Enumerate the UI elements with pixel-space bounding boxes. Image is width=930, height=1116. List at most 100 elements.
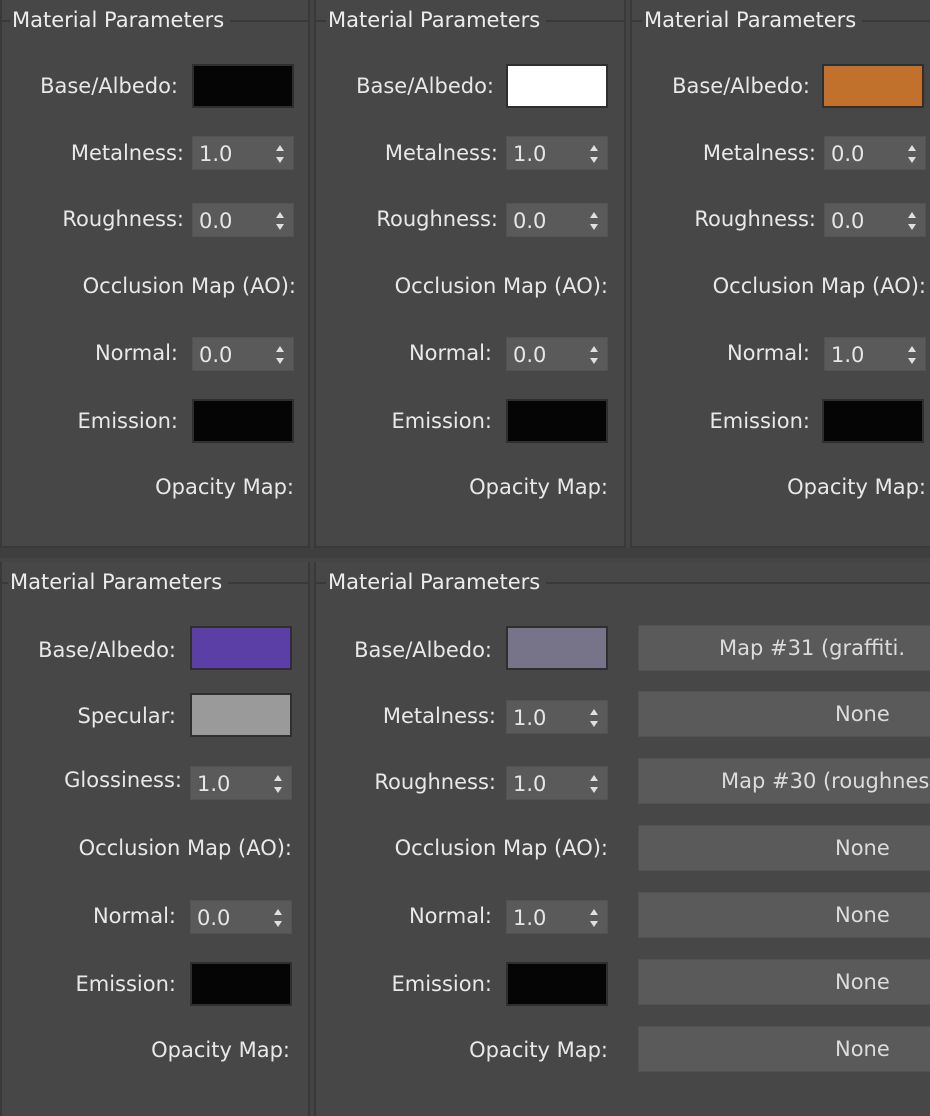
glossiness-spinner[interactable]: 1.0: [190, 766, 292, 800]
roughness-value: 0.0: [513, 209, 547, 233]
panel-title: Material Parameters: [8, 568, 229, 596]
emission-label: Emission:: [75, 972, 176, 996]
normal-value: 0.0: [513, 343, 547, 367]
emission-swatch[interactable]: [192, 399, 294, 443]
section-divider: [0, 548, 930, 558]
opacity-map-button[interactable]: None: [638, 1026, 930, 1072]
spinner-arrows-icon[interactable]: [589, 210, 599, 232]
metalness-value: 0.0: [831, 142, 865, 166]
emission-swatch[interactable]: [190, 962, 292, 1006]
base-albedo-label: Base/Albedo:: [40, 74, 178, 98]
specular-swatch[interactable]: [190, 693, 292, 737]
roughness-map-button[interactable]: Map #30 (roughnes: [638, 758, 930, 804]
material-panel-3: Material Parameters Base/Albedo: Metalne…: [630, 0, 930, 548]
roughness-label: Roughness:: [374, 770, 496, 794]
spinner-arrows-icon[interactable]: [275, 210, 285, 232]
roughness-spinner[interactable]: 0.0: [192, 203, 294, 237]
material-panel-4: Material Parameters Base/Albedo: Specula…: [0, 562, 310, 1116]
roughness-spinner[interactable]: 1.0: [506, 766, 608, 800]
spinner-arrows-icon[interactable]: [589, 907, 599, 929]
emission-swatch[interactable]: [822, 399, 924, 443]
base-albedo-map-button[interactable]: Map #31 (graffiti.: [638, 625, 930, 671]
metalness-map-button[interactable]: None: [638, 691, 930, 737]
occlusion-map-label: Occlusion Map (AO):: [78, 836, 292, 860]
base-albedo-label: Base/Albedo:: [356, 74, 494, 98]
base-albedo-swatch[interactable]: [822, 64, 924, 108]
normal-value: 0.0: [199, 343, 233, 367]
normal-label: Normal:: [94, 341, 178, 365]
emission-label: Emission:: [709, 409, 810, 433]
occlusion-map-label: Occlusion Map (AO):: [82, 274, 296, 298]
emission-label: Emission:: [391, 409, 492, 433]
glossiness-label: Glossiness:: [64, 768, 182, 792]
spinner-arrows-icon[interactable]: [589, 143, 599, 165]
opacity-map-label: Opacity Map:: [151, 1038, 290, 1062]
spinner-arrows-icon[interactable]: [589, 344, 599, 366]
specular-label: Specular:: [77, 704, 176, 728]
base-albedo-swatch[interactable]: [506, 626, 608, 670]
occlusion-map-button[interactable]: None: [638, 825, 930, 871]
metalness-spinner[interactable]: 1.0: [506, 136, 608, 170]
opacity-map-label: Opacity Map:: [469, 475, 608, 499]
emission-swatch[interactable]: [506, 962, 608, 1006]
normal-label: Normal:: [92, 904, 176, 928]
spinner-arrows-icon[interactable]: [589, 773, 599, 795]
panel-title: Material Parameters: [642, 6, 863, 34]
normal-label: Normal:: [726, 341, 810, 365]
base-albedo-swatch[interactable]: [506, 64, 608, 108]
spinner-arrows-icon[interactable]: [273, 907, 283, 929]
panel-title: Material Parameters: [326, 568, 547, 596]
occlusion-map-label: Occlusion Map (AO):: [394, 274, 608, 298]
material-panel-1: Material Parameters Base/Albedo: Metalne…: [0, 0, 310, 548]
metalness-label: Metalness:: [384, 141, 498, 165]
base-albedo-label: Base/Albedo:: [38, 638, 176, 662]
roughness-label: Roughness:: [376, 207, 498, 231]
normal-spinner[interactable]: 0.0: [192, 337, 294, 371]
spinner-arrows-icon[interactable]: [907, 210, 917, 232]
metalness-spinner[interactable]: 1.0: [506, 700, 608, 734]
normal-spinner[interactable]: 0.0: [190, 900, 292, 934]
roughness-value: 0.0: [831, 209, 865, 233]
opacity-map-label: Opacity Map:: [469, 1038, 608, 1062]
emission-label: Emission:: [77, 409, 178, 433]
spinner-arrows-icon[interactable]: [589, 707, 599, 729]
normal-value: 0.0: [197, 906, 231, 930]
base-albedo-label: Base/Albedo:: [672, 74, 810, 98]
normal-spinner[interactable]: 1.0: [824, 337, 926, 371]
metalness-label: Metalness:: [382, 704, 496, 728]
roughness-spinner[interactable]: 0.0: [506, 203, 608, 237]
emission-map-button[interactable]: None: [638, 959, 930, 1005]
normal-label: Normal:: [408, 341, 492, 365]
base-albedo-swatch[interactable]: [190, 626, 292, 670]
roughness-value: 1.0: [513, 772, 547, 796]
spinner-arrows-icon[interactable]: [275, 143, 285, 165]
metalness-spinner[interactable]: 0.0: [824, 136, 926, 170]
normal-spinner[interactable]: 0.0: [506, 337, 608, 371]
metalness-value: 1.0: [513, 142, 547, 166]
metalness-value: 1.0: [199, 142, 233, 166]
spinner-arrows-icon[interactable]: [907, 143, 917, 165]
material-panel-2: Material Parameters Base/Albedo: Metalne…: [314, 0, 626, 548]
opacity-map-label: Opacity Map:: [787, 475, 926, 499]
emission-swatch[interactable]: [506, 399, 608, 443]
panel-title: Material Parameters: [326, 6, 547, 34]
metalness-spinner[interactable]: 1.0: [192, 136, 294, 170]
base-albedo-label: Base/Albedo:: [354, 638, 492, 662]
roughness-label: Roughness:: [62, 207, 184, 231]
roughness-spinner[interactable]: 0.0: [824, 203, 926, 237]
normal-spinner[interactable]: 1.0: [506, 900, 608, 934]
normal-value: 1.0: [831, 343, 865, 367]
glossiness-value: 1.0: [197, 772, 231, 796]
occlusion-map-label: Occlusion Map (AO):: [712, 274, 926, 298]
metalness-label: Metalness:: [70, 141, 184, 165]
spinner-arrows-icon[interactable]: [275, 344, 285, 366]
spinner-arrows-icon[interactable]: [273, 773, 283, 795]
roughness-value: 0.0: [199, 209, 233, 233]
normal-map-button[interactable]: None: [638, 892, 930, 938]
normal-label: Normal:: [408, 904, 492, 928]
normal-value: 1.0: [513, 906, 547, 930]
metalness-label: Metalness:: [702, 141, 816, 165]
base-albedo-swatch[interactable]: [192, 64, 294, 108]
emission-label: Emission:: [391, 972, 492, 996]
spinner-arrows-icon[interactable]: [907, 344, 917, 366]
